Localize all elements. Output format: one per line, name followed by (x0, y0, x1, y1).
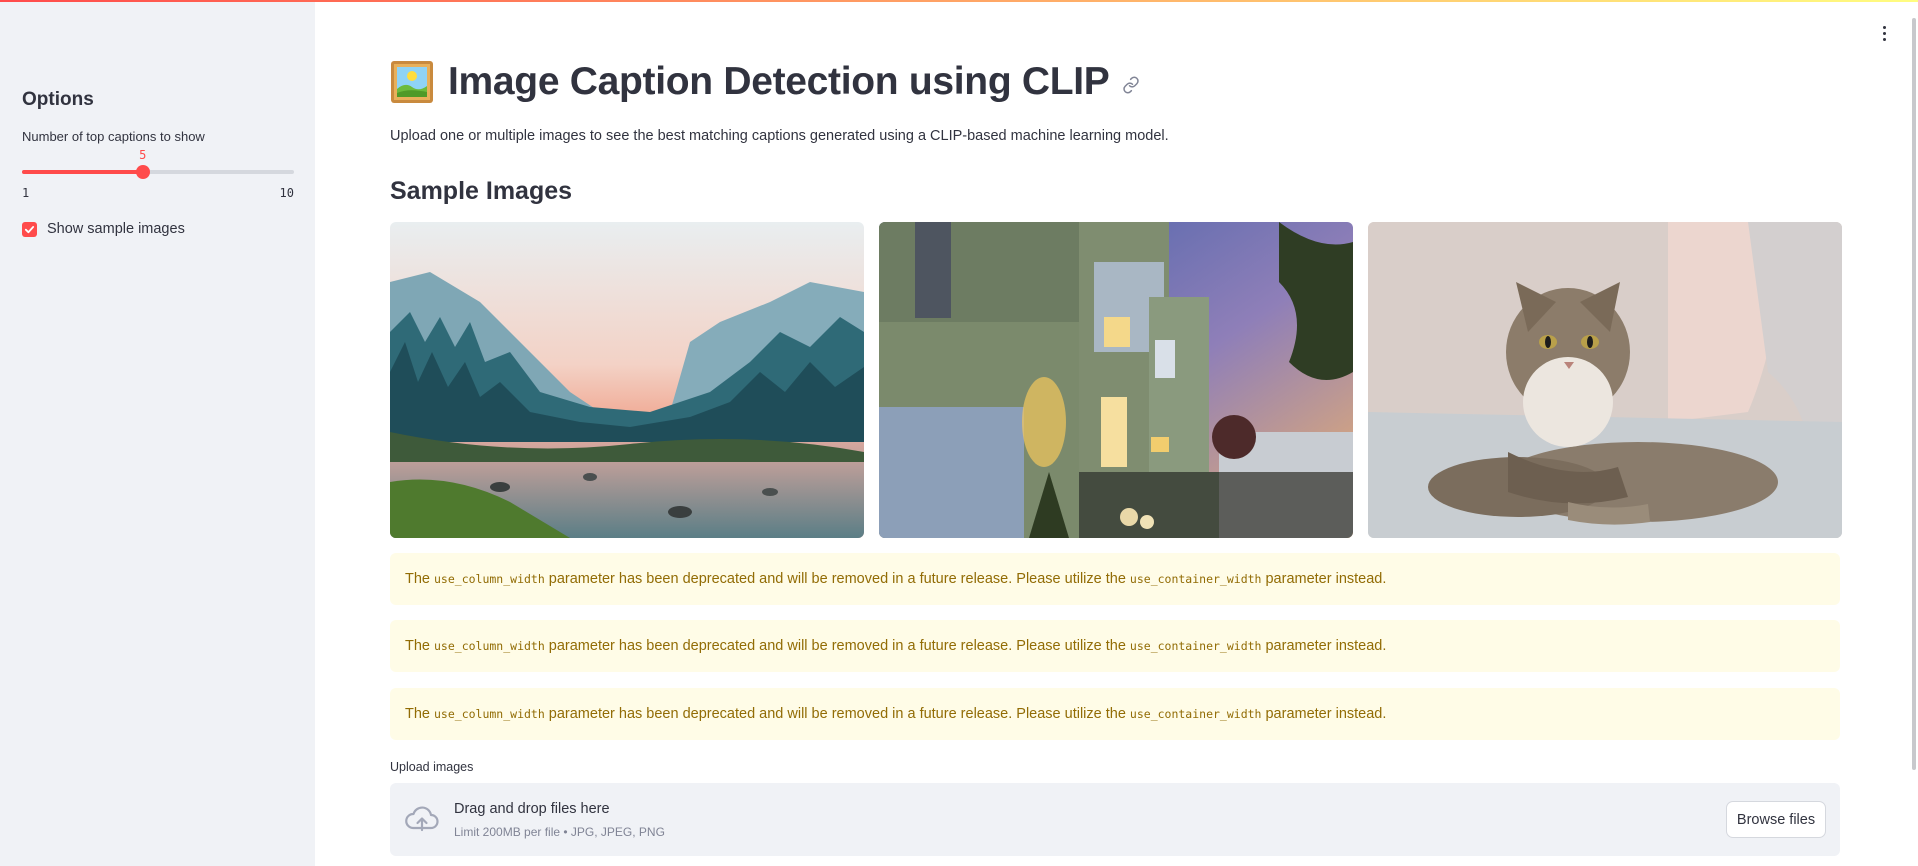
warning-text: parameter instead. (1265, 571, 1387, 587)
warning-code: use_container_width (1129, 639, 1262, 653)
warning-code: use_container_width (1129, 707, 1262, 721)
deprecation-warning: The use_column_width parameter has been … (390, 688, 1840, 740)
slider-fill (22, 170, 143, 174)
cloud-upload-icon (405, 806, 439, 832)
warning-text: parameter instead. (1265, 706, 1387, 722)
warning-code: use_column_width (434, 639, 545, 653)
warning-code: use_column_width (434, 572, 545, 586)
page-title: Image Caption Detection using CLIP (390, 60, 1140, 104)
warning-text: parameter has been deprecated and will b… (548, 638, 1126, 654)
page-subtitle: Upload one or multiple images to see the… (390, 128, 1169, 144)
drop-limit: Limit 200MB per file • JPG, JPEG, PNG (454, 825, 665, 839)
warning-code: use_column_width (434, 707, 545, 721)
sidebar: Options Number of top captions to show 5… (0, 0, 315, 866)
top-captions-slider[interactable]: 5 1 10 (22, 148, 294, 200)
link-anchor-icon[interactable] (1122, 76, 1140, 94)
file-dropzone[interactable]: Drag and drop files here Limit 200MB per… (390, 783, 1840, 856)
slider-thumb[interactable] (135, 165, 150, 179)
show-sample-images-checkbox[interactable]: Show sample images (22, 221, 185, 237)
checkbox-checked-icon[interactable] (22, 221, 37, 237)
sidebar-title: Options (22, 89, 94, 110)
warning-text: The (405, 706, 430, 722)
warning-text: The (405, 638, 430, 654)
sample-image-landscape (390, 222, 864, 538)
deprecation-warning: The use_column_width parameter has been … (390, 553, 1840, 605)
warning-text: The (405, 571, 430, 587)
warning-text: parameter instead. (1265, 638, 1387, 654)
slider-label: Number of top captions to show (22, 129, 205, 144)
main-menu-icon[interactable] (1876, 22, 1892, 44)
sample-images-header: Sample Images (390, 177, 573, 205)
slider-value: 5 (139, 148, 147, 162)
deprecation-warning: The use_column_width parameter has been … (390, 620, 1840, 672)
top-decoration-bar (0, 0, 1918, 2)
warning-text: parameter has been deprecated and will b… (548, 571, 1126, 587)
framed-picture-icon (391, 61, 433, 103)
checkbox-label: Show sample images (47, 221, 185, 237)
browse-files-button[interactable]: Browse files (1726, 801, 1826, 838)
upload-label: Upload images (390, 760, 474, 774)
warning-code: use_container_width (1129, 572, 1262, 586)
slider-max-label: 10 (279, 186, 294, 200)
slider-min-label: 1 (22, 186, 30, 200)
sample-image-cat (1368, 222, 1842, 538)
warning-text: parameter has been deprecated and will b… (548, 706, 1126, 722)
sample-image-house (879, 222, 1353, 538)
scrollbar[interactable] (1912, 18, 1916, 770)
drop-title: Drag and drop files here (454, 801, 610, 817)
page-title-text: Image Caption Detection using CLIP (448, 60, 1110, 103)
